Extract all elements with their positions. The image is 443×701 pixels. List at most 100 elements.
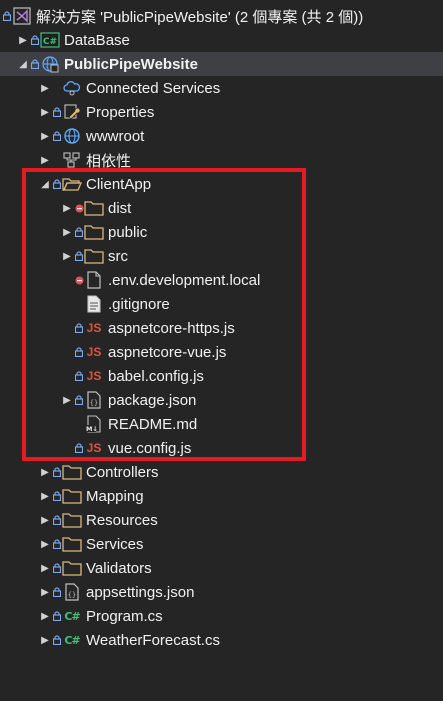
- expand-arrow-icon[interactable]: ▶: [38, 532, 52, 556]
- web-project-icon: [40, 54, 60, 74]
- expand-arrow-icon[interactable]: ▶: [60, 220, 74, 244]
- tree-label-aspnetcore-vue: aspnetcore-vue.js: [108, 343, 227, 361]
- javascript-file-icon: JS: [84, 342, 104, 362]
- lock-icon: [52, 587, 62, 597]
- folder-icon: [62, 486, 82, 506]
- folder-icon: [84, 198, 104, 218]
- lock-icon: [2, 11, 12, 21]
- tree-item-controllers[interactable]: ▶ Controllers: [0, 460, 443, 484]
- dependencies-icon: [62, 150, 82, 170]
- tree-item-validators[interactable]: ▶ Validators: [0, 556, 443, 580]
- cloud-icon: [62, 78, 82, 98]
- tree-label-connected-services: Connected Services: [86, 79, 221, 97]
- lock-icon: [74, 323, 84, 333]
- lock-icon: [74, 251, 84, 261]
- expand-arrow-icon[interactable]: ▶: [60, 196, 74, 220]
- tree-label-src: src: [108, 247, 128, 265]
- lock-icon: [52, 515, 62, 525]
- tree-item-vue-config[interactable]: JS vue.config.js: [0, 436, 443, 460]
- expand-arrow-icon[interactable]: ▶: [38, 508, 52, 532]
- visual-studio-solution-icon: [12, 6, 32, 26]
- tree-label-readme: README.md: [108, 415, 198, 433]
- expand-arrow-icon[interactable]: ▶: [38, 628, 52, 652]
- tree-item-services[interactable]: ▶ Services: [0, 532, 443, 556]
- tree-label-aspnetcore-https: aspnetcore-https.js: [108, 319, 235, 337]
- tree-item-babel-config[interactable]: JS babel.config.js: [0, 364, 443, 388]
- lock-icon: [52, 611, 62, 621]
- lock-icon: [52, 467, 62, 477]
- javascript-file-icon: JS: [84, 318, 104, 338]
- tree-item-aspnetcore-https[interactable]: JS aspnetcore-https.js: [0, 316, 443, 340]
- tree-item-aspnetcore-vue[interactable]: JS aspnetcore-vue.js: [0, 340, 443, 364]
- csharp-glyph: C#: [64, 633, 80, 647]
- folder-icon: [62, 534, 82, 554]
- solution-explorer-tree: 解決方案 'PublicPipeWebsite' (2 個專案 (共 2 個))…: [0, 4, 443, 652]
- tree-item-wwwroot[interactable]: ▶ wwwroot: [0, 124, 443, 148]
- lock-icon: [52, 179, 62, 189]
- lock-icon: [74, 347, 84, 357]
- tree-label-mapping: Mapping: [86, 487, 144, 505]
- json-file-icon: {}: [84, 390, 104, 410]
- tree-item-database[interactable]: ▶ C# DataBase: [0, 28, 443, 52]
- expand-arrow-icon[interactable]: ▶: [38, 580, 52, 604]
- json-glyph: {}: [90, 399, 98, 407]
- expand-arrow-icon[interactable]: ▶: [38, 460, 52, 484]
- expand-arrow-icon[interactable]: ▶: [38, 556, 52, 580]
- expand-arrow-icon[interactable]: ▶: [38, 76, 52, 100]
- tree-label-dependencies: 相依性: [86, 152, 132, 170]
- text-file-icon: [84, 294, 104, 314]
- folder-icon: [62, 510, 82, 530]
- lock-icon: [74, 443, 84, 453]
- tree-item-gitignore[interactable]: .gitignore: [0, 292, 443, 316]
- tree-item-clientapp[interactable]: ◢ ClientApp: [0, 172, 443, 196]
- lock-icon: [52, 131, 62, 141]
- file-icon: [84, 270, 104, 290]
- tree-label-controllers: Controllers: [86, 463, 159, 481]
- expand-arrow-icon[interactable]: ▶: [60, 388, 74, 412]
- lock-icon: [52, 491, 62, 501]
- tree-item-resources[interactable]: ▶ Resources: [0, 508, 443, 532]
- folder-icon: [62, 558, 82, 578]
- tree-label-resources: Resources: [86, 511, 158, 529]
- tree-item-weatherforecast[interactable]: ▶ C# WeatherForecast.cs: [0, 628, 443, 652]
- expand-arrow-icon[interactable]: ▶: [38, 604, 52, 628]
- csharp-file-icon: C#: [62, 630, 82, 650]
- markdown-file-icon: M↓: [84, 414, 104, 434]
- tree-item-mapping[interactable]: ▶ Mapping: [0, 484, 443, 508]
- expand-arrow-icon[interactable]: ▶: [16, 28, 30, 52]
- js-glyph: JS: [86, 441, 102, 455]
- tree-item-program[interactable]: ▶ C# Program.cs: [0, 604, 443, 628]
- tree-item-connected-services[interactable]: ▶ Connected Services: [0, 76, 443, 100]
- expand-arrow-icon[interactable]: ▶: [60, 244, 74, 268]
- tree-label-weatherforecast: WeatherForecast.cs: [86, 631, 220, 649]
- tree-item-package-json[interactable]: ▶ {} package.json: [0, 388, 443, 412]
- expand-arrow-icon[interactable]: ▶: [38, 100, 52, 124]
- tree-item-env-local[interactable]: .env.development.local: [0, 268, 443, 292]
- csharp-glyph: C#: [64, 609, 80, 623]
- tree-item-properties[interactable]: ▶ Properties: [0, 100, 443, 124]
- expand-arrow-icon[interactable]: ▶: [38, 124, 52, 148]
- folder-icon: [84, 246, 104, 266]
- solution-label: 解決方案 'PublicPipeWebsite' (2 個專案 (共 2 個)): [36, 8, 364, 26]
- lock-icon: [52, 635, 62, 645]
- tree-label-properties: Properties: [86, 103, 155, 121]
- tree-item-appsettings[interactable]: ▶ {} appsettings.json: [0, 580, 443, 604]
- tree-item-public[interactable]: ▶ public: [0, 220, 443, 244]
- collapse-arrow-icon[interactable]: ◢: [16, 52, 30, 76]
- tree-item-src[interactable]: ▶ src: [0, 244, 443, 268]
- tree-label-validators: Validators: [86, 559, 152, 577]
- tree-item-dist[interactable]: ▶ dist: [0, 196, 443, 220]
- lock-icon: [74, 395, 84, 405]
- tree-item-dependencies[interactable]: ▶ 相依性: [0, 148, 443, 172]
- folder-icon: [84, 222, 104, 242]
- wrench-icon: [62, 102, 82, 122]
- expand-arrow-icon[interactable]: ▶: [38, 148, 52, 172]
- tree-item-solution[interactable]: 解決方案 'PublicPipeWebsite' (2 個專案 (共 2 個)): [0, 4, 443, 28]
- folder-open-icon: [62, 174, 82, 194]
- tree-item-project[interactable]: ◢ PublicPipeWebsite: [0, 52, 443, 76]
- expand-arrow-icon[interactable]: ▶: [38, 484, 52, 508]
- tree-label-env-local: .env.development.local: [108, 271, 261, 289]
- javascript-file-icon: JS: [84, 438, 104, 458]
- tree-item-readme[interactable]: M↓ README.md: [0, 412, 443, 436]
- collapse-arrow-icon[interactable]: ◢: [38, 172, 52, 196]
